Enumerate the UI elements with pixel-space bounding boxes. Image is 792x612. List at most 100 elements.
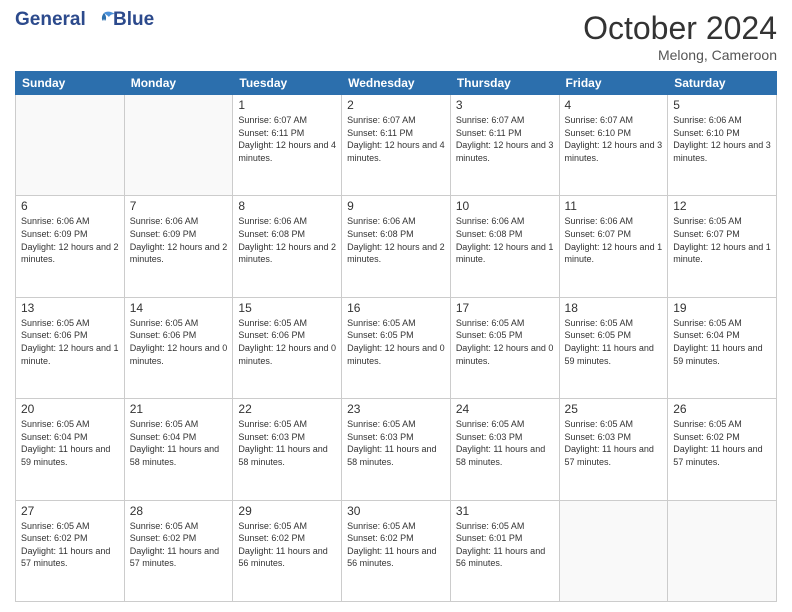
sunrise-text: Sunrise: 6:05 AM [565,317,663,330]
sunrise-text: Sunrise: 6:05 AM [21,418,119,431]
week-row-1: 6Sunrise: 6:06 AMSunset: 6:09 PMDaylight… [16,196,777,297]
sunset-text: Sunset: 6:10 PM [673,127,771,140]
day-info: Sunrise: 6:07 AMSunset: 6:11 PMDaylight:… [238,114,336,164]
sunset-text: Sunset: 6:06 PM [238,329,336,342]
table-cell: 15Sunrise: 6:05 AMSunset: 6:06 PMDayligh… [233,297,342,398]
table-cell [124,95,233,196]
week-row-2: 13Sunrise: 6:05 AMSunset: 6:06 PMDayligh… [16,297,777,398]
table-cell: 3Sunrise: 6:07 AMSunset: 6:11 PMDaylight… [450,95,559,196]
day-number: 27 [21,504,119,518]
table-cell [16,95,125,196]
daylight-text: Daylight: 11 hours and 59 minutes. [565,342,663,367]
sunrise-text: Sunrise: 6:06 AM [456,215,554,228]
sunrise-text: Sunrise: 6:07 AM [238,114,336,127]
sunset-text: Sunset: 6:09 PM [130,228,228,241]
day-info: Sunrise: 6:05 AMSunset: 6:06 PMDaylight:… [21,317,119,367]
table-cell: 19Sunrise: 6:05 AMSunset: 6:04 PMDayligh… [668,297,777,398]
sunset-text: Sunset: 6:08 PM [347,228,445,241]
day-number: 22 [238,402,336,416]
sunset-text: Sunset: 6:03 PM [238,431,336,444]
day-info: Sunrise: 6:05 AMSunset: 6:03 PMDaylight:… [565,418,663,468]
day-info: Sunrise: 6:05 AMSunset: 6:05 PMDaylight:… [456,317,554,367]
daylight-text: Daylight: 12 hours and 3 minutes. [456,139,554,164]
table-cell: 17 Sunrise: 6:05 AMSunset: 6:05 PMDayligh… [450,297,559,398]
day-number: 2 [347,98,445,112]
header-friday: Friday [559,72,668,95]
daylight-text: Daylight: 12 hours and 0 minutes. [238,342,336,367]
day-number: 8 [238,199,336,213]
sunset-text: Sunset: 6:04 PM [130,431,228,444]
table-cell: 10Sunrise: 6:06 AMSunset: 6:08 PMDayligh… [450,196,559,297]
sunrise-text: Sunrise: 6:05 AM [456,520,554,533]
day-info: Sunrise: 6:05 AMSunset: 6:03 PMDaylight:… [238,418,336,468]
day-info: Sunrise: 6:05 AMSunset: 6:05 PMDaylight:… [347,317,445,367]
sunset-text: Sunset: 6:02 PM [347,532,445,545]
logo-bird-icon [93,11,115,29]
title-area: October 2024 Melong, Cameroon [583,10,777,63]
daylight-text: Daylight: 11 hours and 59 minutes. [21,443,119,468]
location: Melong, Cameroon [583,47,777,63]
table-cell: 4Sunrise: 6:07 AMSunset: 6:10 PMDaylight… [559,95,668,196]
sunrise-text: Sunrise: 6:05 AM [565,418,663,431]
sunset-text: Sunset: 6:11 PM [238,127,336,140]
table-cell: 26Sunrise: 6:05 AMSunset: 6:02 PMDayligh… [668,399,777,500]
table-cell: 30Sunrise: 6:05 AMSunset: 6:02 PMDayligh… [342,500,451,601]
table-cell: 31Sunrise: 6:05 AMSunset: 6:01 PMDayligh… [450,500,559,601]
table-cell: 28Sunrise: 6:05 AMSunset: 6:02 PMDayligh… [124,500,233,601]
logo-text: General [15,10,115,31]
day-info: Sunrise: 6:06 AMSunset: 6:09 PMDaylight:… [130,215,228,265]
table-cell: 27Sunrise: 6:05 AMSunset: 6:02 PMDayligh… [16,500,125,601]
table-cell: 20Sunrise: 6:05 AMSunset: 6:04 PMDayligh… [16,399,125,500]
sunset-text: Sunset: 6:10 PM [565,127,663,140]
daylight-text: Daylight: 11 hours and 57 minutes. [130,545,228,570]
day-number: 17 [456,301,554,315]
sunset-text: Sunset: 6:05 PM [347,329,445,342]
sunrise-text: Sunrise: 6:06 AM [565,215,663,228]
day-info: Sunrise: 6:06 AMSunset: 6:08 PMDaylight:… [238,215,336,265]
sunset-text: Sunset: 6:07 PM [673,228,771,241]
day-number: 18 [565,301,663,315]
sunset-text: Sunset: 6:07 PM [565,228,663,241]
table-cell: 2Sunrise: 6:07 AMSunset: 6:11 PMDaylight… [342,95,451,196]
daylight-text: Daylight: 12 hours and 1 minute. [456,241,554,266]
day-number: 5 [673,98,771,112]
table-cell: 23Sunrise: 6:05 AMSunset: 6:03 PMDayligh… [342,399,451,500]
logo-line1: General [15,9,86,30]
daylight-text: Daylight: 12 hours and 0 minutes. [130,342,228,367]
weekday-header-row: Sunday Monday Tuesday Wednesday Thursday… [16,72,777,95]
daylight-text: Daylight: 11 hours and 56 minutes. [347,545,445,570]
table-cell: 9Sunrise: 6:06 AMSunset: 6:08 PMDaylight… [342,196,451,297]
day-number: 3 [456,98,554,112]
sunrise-text: Sunrise: 6:06 AM [347,215,445,228]
table-cell [559,500,668,601]
table-cell: 24Sunrise: 6:05 AMSunset: 6:03 PMDayligh… [450,399,559,500]
table-cell: 12Sunrise: 6:05 AMSunset: 6:07 PMDayligh… [668,196,777,297]
table-cell: 25Sunrise: 6:05 AMSunset: 6:03 PMDayligh… [559,399,668,500]
day-number: 29 [238,504,336,518]
daylight-text: Daylight: 11 hours and 56 minutes. [456,545,554,570]
day-number: 13 [21,301,119,315]
table-cell: 11Sunrise: 6:06 AMSunset: 6:07 PMDayligh… [559,196,668,297]
daylight-text: Daylight: 12 hours and 0 minutes. [456,342,554,367]
sunset-text: Sunset: 6:05 PM [456,329,554,342]
table-cell: 6Sunrise: 6:06 AMSunset: 6:09 PMDaylight… [16,196,125,297]
sunset-text: Sunset: 6:03 PM [565,431,663,444]
daylight-text: Daylight: 11 hours and 58 minutes. [456,443,554,468]
week-row-0: 1Sunrise: 6:07 AMSunset: 6:11 PMDaylight… [16,95,777,196]
day-number: 31 [456,504,554,518]
daylight-text: Daylight: 12 hours and 4 minutes. [238,139,336,164]
table-cell: 5Sunrise: 6:06 AMSunset: 6:10 PMDaylight… [668,95,777,196]
day-info: Sunrise: 6:05 AMSunset: 6:03 PMDaylight:… [347,418,445,468]
sunrise-text: Sunrise: 6:06 AM [21,215,119,228]
day-info: Sunrise: 6:06 AMSunset: 6:09 PMDaylight:… [21,215,119,265]
day-info: Sunrise: 6:05 AMSunset: 6:06 PMDaylight:… [238,317,336,367]
table-cell [668,500,777,601]
daylight-text: Daylight: 11 hours and 58 minutes. [130,443,228,468]
day-number: 21 [130,402,228,416]
table-cell: 7Sunrise: 6:06 AMSunset: 6:09 PMDaylight… [124,196,233,297]
daylight-text: Daylight: 12 hours and 1 minute. [21,342,119,367]
daylight-text: Daylight: 12 hours and 2 minutes. [130,241,228,266]
sunrise-text: Sunrise: 6:05 AM [130,317,228,330]
logo: General Blue [15,10,154,31]
day-number: 24 [456,402,554,416]
